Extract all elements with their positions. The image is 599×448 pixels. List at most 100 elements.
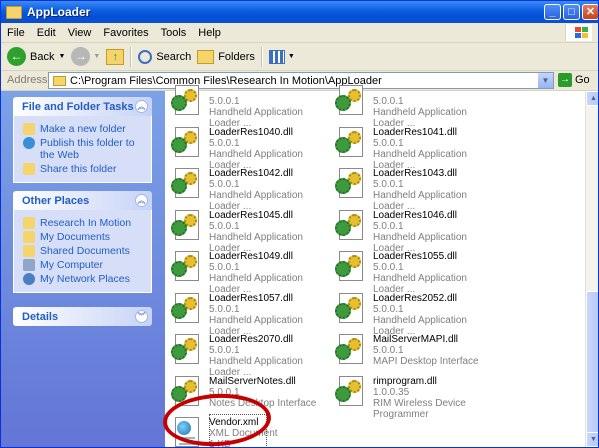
folder-icon — [6, 5, 22, 19]
file-item[interactable]: LoaderRes1049.dll 5.0.0.1 Handheld Applica… — [171, 249, 331, 295]
address-label: Address — [7, 74, 48, 86]
file-version: 5.0.0.1 — [373, 262, 404, 273]
panel-header[interactable]: Details ︾ — [13, 307, 152, 326]
chevron-down-icon[interactable]: ▼ — [538, 73, 553, 88]
dll-file-icon — [335, 168, 367, 200]
file-item[interactable]: LoaderRes1055.dll 5.0.0.1 Handheld Applica… — [335, 249, 495, 295]
file-text: LoaderRes2070.dll 5.0.0.1 Handheld Applica… — [209, 334, 331, 378]
file-version: 5.0.0.1 — [209, 345, 240, 356]
folders-button[interactable]: Folders — [197, 49, 255, 64]
file-version: 5.0.0.1 — [373, 137, 404, 149]
panel-title: File and Folder Tasks — [22, 100, 134, 113]
file-item[interactable]: LoaderRes1057.dll 5.0.0.1 Handheld Applica… — [171, 291, 331, 337]
dll-file-icon — [171, 168, 203, 200]
toolbar-separator — [130, 46, 133, 67]
menu-view[interactable]: View — [62, 27, 98, 39]
file-version: 1.0.0.35 — [373, 386, 410, 398]
menu-file[interactable]: File — [1, 27, 31, 39]
minimize-button[interactable]: _ — [544, 4, 561, 20]
file-item[interactable]: LoaderRes1041.dll 5.0.0.1 Handheld Applica… — [335, 125, 495, 171]
task-share-folder[interactable]: Share this folder — [23, 163, 151, 175]
place-my-documents[interactable]: My Documents — [23, 231, 151, 243]
window-title: AppLoader — [27, 5, 91, 19]
file-item[interactable]: 5.0.0.1 Handheld Application Loader ... — [171, 83, 331, 129]
scroll-thumb[interactable] — [586, 291, 598, 441]
scroll-down-button[interactable]: ▼ — [586, 432, 598, 447]
file-item[interactable]: LoaderRes1043.dll 5.0.0.1 Handheld Applica… — [335, 166, 495, 212]
file-text: LoaderRes1041.dll 5.0.0.1 Handheld Applica… — [373, 127, 495, 171]
search-label: Search — [156, 50, 192, 63]
file-text: LoaderRes1055.dll 5.0.0.1 Handheld Applica… — [373, 251, 495, 295]
file-text: LoaderRes1040.dll 5.0.0.1 Handheld Applica… — [209, 127, 331, 171]
file-item[interactable]: LoaderRes2052.dll 5.0.0.1 Handheld Applica… — [335, 291, 495, 337]
chevron-down-icon[interactable]: ▼ — [288, 53, 295, 60]
panel-header[interactable]: Other Places ︽ — [13, 191, 152, 210]
file-item[interactable]: rimprogram.dll 1.0.0.35 RIM Wireless Devic… — [335, 374, 495, 420]
file-name: rimprogram.dll — [373, 375, 437, 387]
dll-file-icon — [335, 209, 367, 242]
title-bar[interactable]: AppLoader _ □ ✕ — [1, 1, 598, 23]
file-version: 5.0.0.1 — [373, 303, 404, 315]
dll-file-icon — [335, 334, 367, 366]
file-version: 5.0.0.1 — [209, 96, 240, 107]
file-name: LoaderRes2052.dll — [373, 292, 457, 304]
place-label: Shared Documents — [40, 245, 130, 257]
publish-web-icon — [23, 137, 35, 149]
up-folder-button[interactable]: ↑ — [106, 48, 125, 65]
task-label: Share this folder — [40, 163, 117, 175]
forward-button[interactable]: → ▼ — [71, 47, 100, 66]
scroll-up-button[interactable]: ▲ — [586, 91, 598, 106]
chevron-down-icon[interactable]: ▼ — [93, 53, 100, 60]
file-item[interactable]: 5.0.0.1 Handheld Application Loader ... — [335, 83, 495, 129]
file-text: 5.0.0.1 Handheld Application Loader ... — [209, 85, 331, 129]
place-label: My Computer — [40, 259, 104, 271]
file-item[interactable]: LoaderRes1040.dll 5.0.0.1 Handheld Applica… — [171, 125, 331, 171]
views-button[interactable]: ▼ — [268, 49, 295, 64]
file-version: 5.0.0.1 — [209, 262, 240, 273]
task-label: Publish this folder to the Web — [40, 137, 135, 161]
menu-favorites[interactable]: Favorites — [97, 27, 154, 39]
menu-tools[interactable]: Tools — [155, 27, 193, 39]
maximize-button[interactable]: □ — [563, 4, 580, 20]
menu-help[interactable]: Help — [192, 27, 227, 39]
task-make-folder[interactable]: Make a new folder — [23, 123, 151, 135]
file-item[interactable]: LoaderRes2070.dll 5.0.0.1 Handheld Applica… — [171, 332, 331, 378]
file-item[interactable]: LoaderRes1046.dll 5.0.0.1 Handheld Applica… — [335, 208, 495, 254]
file-name: LoaderRes1041.dll — [373, 126, 457, 138]
my-computer-icon — [23, 259, 35, 271]
panel-header[interactable]: File and Folder Tasks ︽ — [13, 97, 152, 116]
file-name — [209, 85, 331, 96]
back-button[interactable]: ← Back ▼ — [7, 47, 65, 66]
search-button[interactable]: Search — [138, 49, 192, 64]
place-my-network-places[interactable]: My Network Places — [23, 273, 151, 285]
place-label: Research In Motion — [40, 217, 132, 229]
file-item[interactable]: MailServerMAPI.dll 5.0.0.1 MAPI Desktop In… — [335, 332, 495, 372]
windows-logo-icon — [565, 24, 592, 41]
shared-documents-icon — [23, 245, 35, 257]
task-publish-web[interactable]: Publish this folder to the Web — [23, 137, 151, 161]
new-folder-icon — [23, 123, 35, 135]
vertical-scrollbar[interactable]: ▲ ▼ — [585, 91, 598, 447]
place-research-in-motion[interactable]: Research In Motion — [23, 217, 151, 229]
explorer-window: AppLoader _ □ ✕ File Edit View Favorites… — [0, 0, 599, 448]
file-item[interactable]: LoaderRes1042.dll 5.0.0.1 Handheld Applica… — [171, 166, 331, 212]
place-shared-documents[interactable]: Shared Documents — [23, 245, 151, 257]
go-button[interactable]: → Go — [558, 73, 590, 87]
dll-file-icon — [335, 126, 367, 159]
file-item[interactable]: LoaderRes1045.dll 5.0.0.1 Handheld Applica… — [171, 208, 331, 254]
folders-icon — [197, 49, 215, 64]
collapse-icon[interactable]: ︽ — [135, 100, 148, 113]
close-button[interactable]: ✕ — [582, 4, 598, 20]
menu-edit[interactable]: Edit — [31, 27, 62, 39]
forward-arrow-icon: → — [71, 47, 91, 66]
file-version: 5.0.0.1 — [373, 96, 404, 107]
place-my-computer[interactable]: My Computer — [23, 259, 151, 271]
expand-icon[interactable]: ︾ — [135, 310, 148, 323]
collapse-icon[interactable]: ︽ — [135, 194, 148, 207]
file-text: MailServerMAPI.dll 5.0.0.1 MAPI Desktop In… — [373, 334, 479, 367]
folder-icon — [53, 75, 66, 86]
dll-file-icon — [171, 85, 203, 117]
chevron-down-icon[interactable]: ▼ — [58, 53, 65, 60]
other-places-panel: Other Places ︽ Research In Motion My Doc… — [13, 191, 152, 293]
up-folder-icon: ↑ — [106, 48, 125, 65]
